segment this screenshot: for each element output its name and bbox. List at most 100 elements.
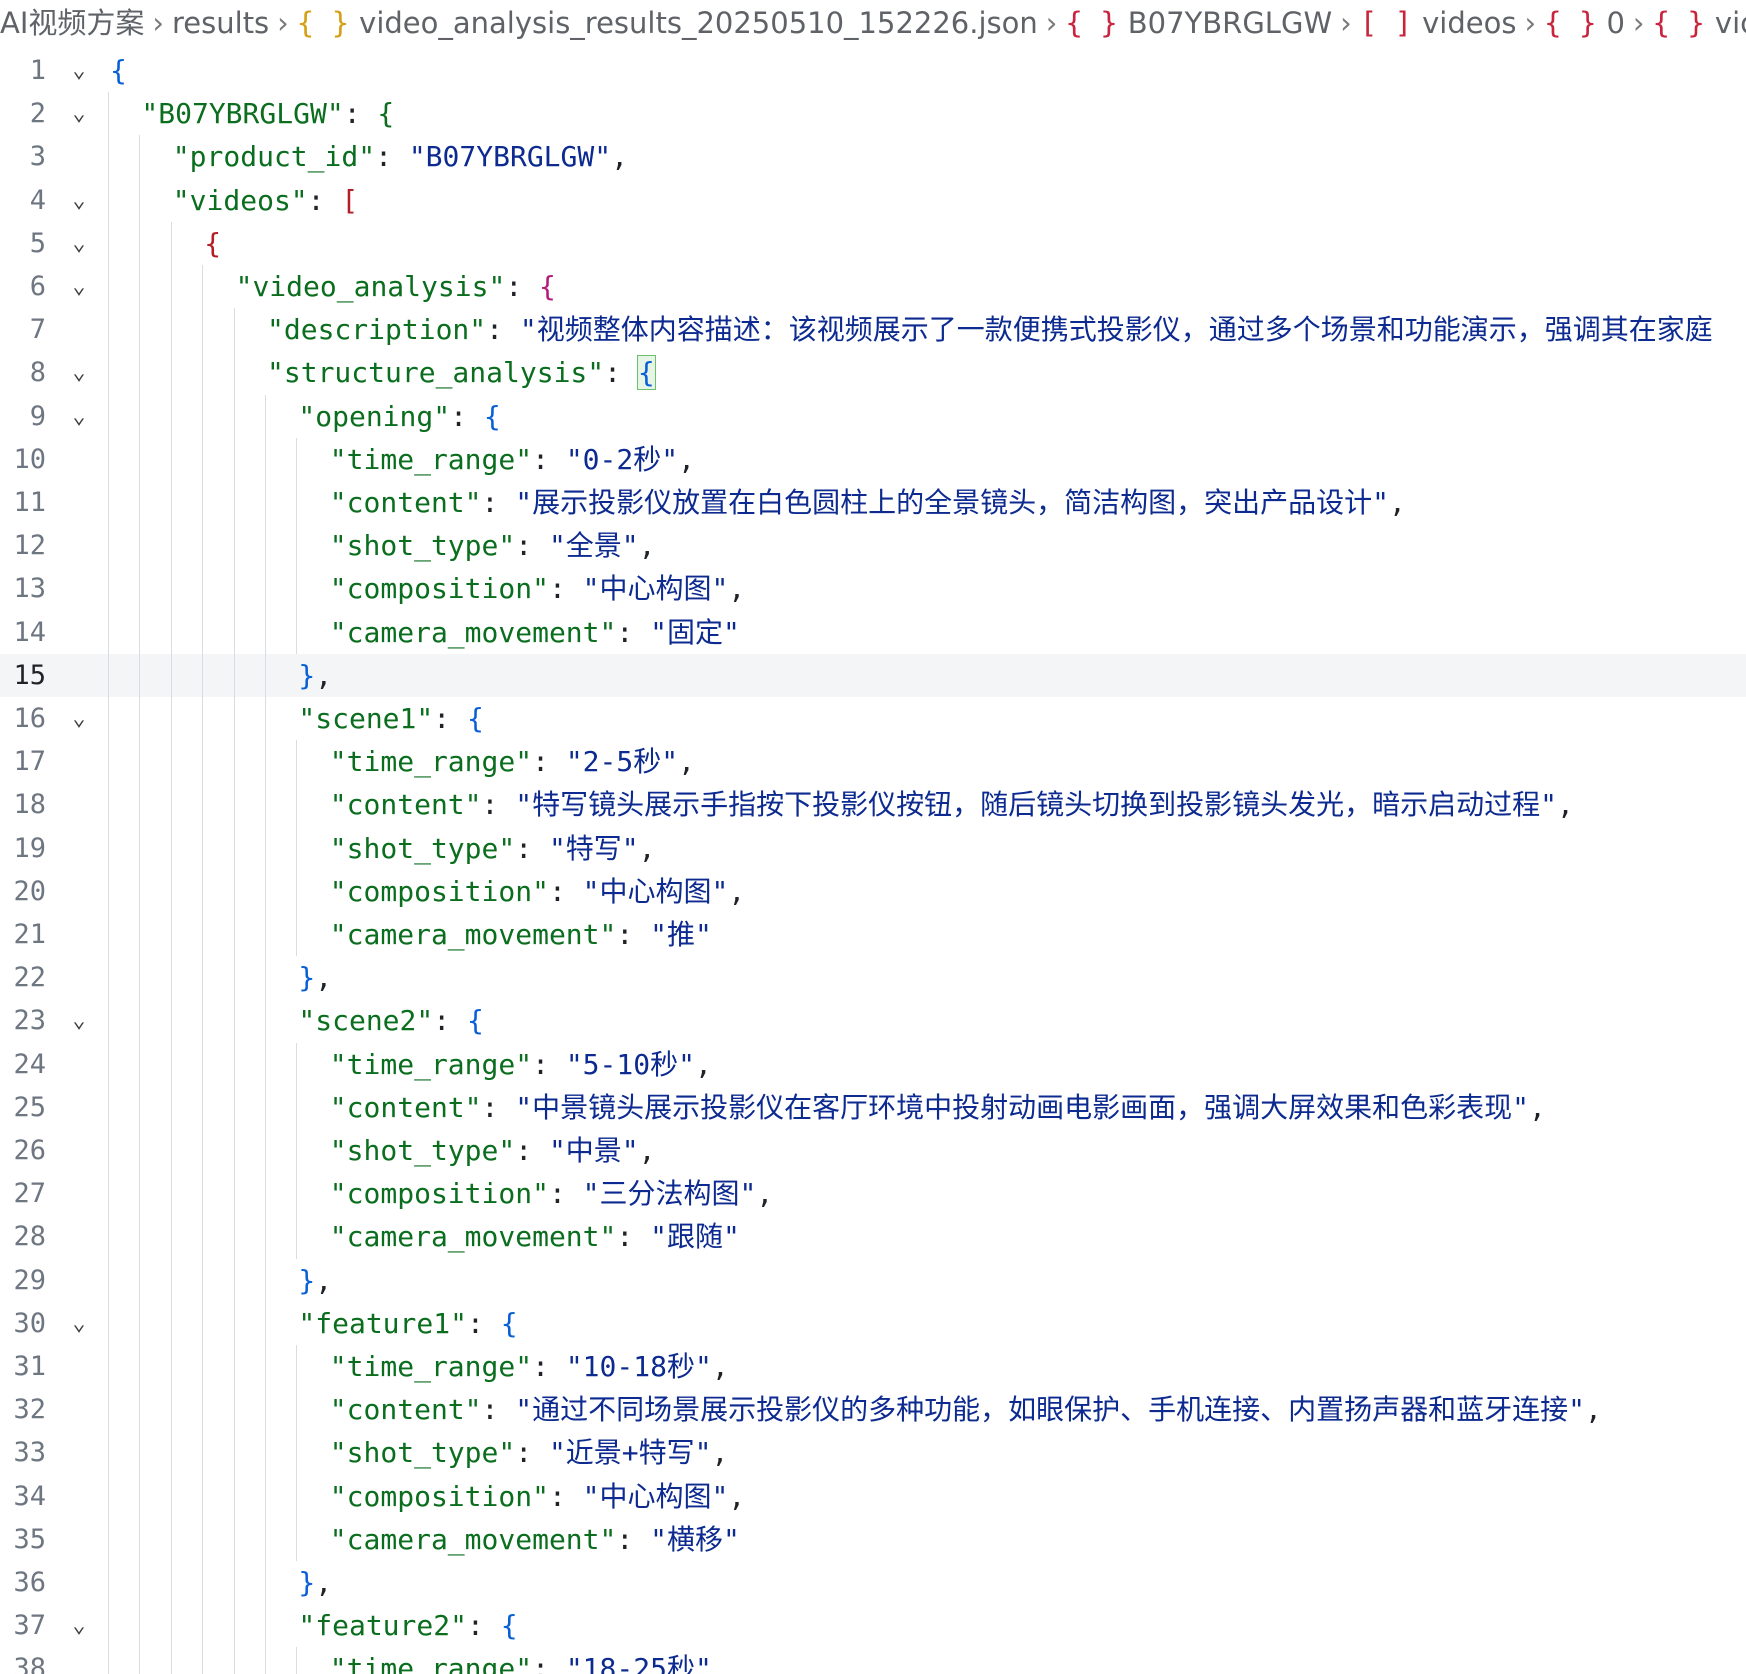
code-line[interactable]: 8 ⌄ "structure_analysis": {	[0, 351, 1746, 395]
code-line[interactable]: 25 "content": "中景镜头展示投影仪在客厅环境中投射动画电影画面，强调…	[0, 1085, 1746, 1129]
code-line[interactable]: 21 "camera_movement": "推"	[0, 913, 1746, 957]
code-line[interactable]: 14 "camera_movement": "固定"	[0, 610, 1746, 654]
fold-chevron-icon[interactable]: ⌄	[66, 265, 92, 308]
code-line[interactable]: 34 "composition": "中心构图",	[0, 1474, 1746, 1518]
code-line[interactable]: 10 "time_range": "0-2秒",	[0, 437, 1746, 481]
indent-guide	[170, 1301, 172, 1345]
code-line[interactable]: 38 "time_range": "18-25秒",	[0, 1647, 1746, 1674]
code-token: [	[341, 183, 359, 217]
indent-guide	[170, 1604, 172, 1648]
code-line[interactable]: 23 ⌄ "scene2": {	[0, 999, 1746, 1043]
code-token: "time_range"	[329, 745, 533, 779]
fold-chevron-icon[interactable]: ⌄	[66, 395, 92, 438]
code-line[interactable]: 12 "shot_type": "全景",	[0, 524, 1746, 568]
breadcrumb-item[interactable]: [ ] videos	[1360, 0, 1517, 46]
code-text: "feature2": {	[298, 1604, 517, 1647]
indent-guide	[108, 1561, 109, 1605]
indent-guide	[265, 826, 266, 870]
code-line[interactable]: 4 ⌄ "videos": [	[0, 178, 1746, 222]
code-line[interactable]: 35 "camera_movement": "横移"	[0, 1517, 1746, 1561]
indent-guide	[233, 351, 235, 395]
code-line[interactable]: 30 ⌄ "feature1": {	[0, 1301, 1746, 1345]
indent-guide	[139, 135, 141, 179]
line-number: 32	[13, 1394, 46, 1426]
code-line[interactable]: 18 "content": "特写镜头展示手指按下投影仪按钮，随后镜头切换到投影镜…	[0, 783, 1746, 827]
fold-chevron-icon[interactable]: ⌄	[66, 179, 92, 222]
code-token: "camera_movement"	[329, 1220, 617, 1254]
indent-guide	[265, 610, 266, 654]
code-line[interactable]: 9 ⌄ "opening": {	[0, 394, 1746, 438]
indent-guide	[139, 265, 141, 309]
indent-guide	[139, 1561, 141, 1605]
fold-chevron-icon[interactable]: ⌄	[66, 351, 92, 394]
fold-chevron-icon[interactable]: ⌄	[66, 49, 92, 92]
code-line[interactable]: 28 "camera_movement": "跟随"	[0, 1215, 1746, 1259]
code-token: ,	[728, 874, 746, 908]
indent-guide	[108, 783, 109, 827]
fold-chevron-icon[interactable]: ⌄	[66, 92, 92, 135]
code-line[interactable]: 1 ⌄ {	[0, 49, 1746, 92]
fold-chevron-icon[interactable]: ⌄	[66, 1604, 92, 1647]
breadcrumb-label: B07YBRGLGW	[1127, 6, 1333, 40]
indent-guide	[139, 178, 141, 222]
fold-chevron-icon[interactable]: ⌄	[66, 222, 92, 265]
code-token: :	[307, 183, 342, 217]
breadcrumb-item[interactable]: { } B07YBRGLGW	[1065, 0, 1332, 46]
code-line[interactable]: 5 ⌄ {	[0, 221, 1746, 265]
indent-guide	[233, 1345, 235, 1389]
code-text: "composition": "中心构图",	[330, 1475, 745, 1518]
code-line[interactable]: 24 "time_range": "5-10秒",	[0, 1042, 1746, 1086]
code-line[interactable]: 20 "composition": "中心构图",	[0, 869, 1746, 913]
line-number: 24	[13, 1048, 46, 1080]
breadcrumb-label: AI视频方案	[0, 6, 145, 40]
code-line[interactable]: 15},	[0, 653, 1746, 697]
indent-guide	[233, 1258, 235, 1302]
code-token: "content"	[329, 486, 482, 519]
code-line[interactable]: 6 ⌄ "video_analysis": {	[0, 265, 1746, 309]
breadcrumb-item[interactable]: { } video_analysis_results_20250510_15222…	[297, 0, 1038, 46]
breadcrumb-label: video_analysis_results_20250510_152226.j…	[359, 6, 1038, 40]
indent-guide	[170, 1345, 172, 1389]
code-text: "camera_movement": "推"	[330, 913, 712, 956]
code-line[interactable]: 16 ⌄ "scene1": {	[0, 697, 1746, 741]
code-line[interactable]: 37 ⌄ "feature2": {	[0, 1604, 1746, 1648]
code-line[interactable]: 33 "shot_type": "近景+特写",	[0, 1431, 1746, 1475]
indent-guide	[265, 1561, 266, 1605]
breadcrumb-item[interactable]: results	[172, 0, 269, 46]
code-editor[interactable]: 1 ⌄{2 ⌄ "B07YBRGLGW": {3 "product_id": "B07Y…	[0, 49, 1746, 1674]
breadcrumb-item[interactable]: { } 0	[1544, 0, 1625, 46]
code-token: "10-18秒"	[565, 1350, 712, 1383]
code-line[interactable]: 2 ⌄ "B07YBRGLGW": {	[0, 92, 1746, 136]
code-line[interactable]: 7 "description": "视频整体内容描述：该视频展示了一款便携式投影仪…	[0, 308, 1746, 352]
code-line[interactable]: 22},	[0, 956, 1746, 1000]
indent-guide	[139, 1042, 141, 1086]
code-line[interactable]: 17 "time_range": "2-5秒",	[0, 740, 1746, 784]
code-line[interactable]: 32 "content": "通过不同场景展示投影仪的多种功能，如眼保护、手机连接…	[0, 1388, 1746, 1432]
code-token: ,	[728, 1479, 746, 1513]
fold-chevron-icon[interactable]: ⌄	[66, 1302, 92, 1345]
code-line[interactable]: 36},	[0, 1561, 1746, 1605]
code-line[interactable]: 11 "content": "展示投影仪放置在白色圆柱上的全景镜头，简洁构图，突出…	[0, 481, 1746, 525]
code-line[interactable]: 3 "product_id": "B07YBRGLGW",	[0, 135, 1746, 179]
indent-guide	[296, 1431, 298, 1475]
code-line[interactable]: 13 "composition": "中心构图",	[0, 567, 1746, 611]
code-token: :	[450, 399, 484, 433]
fold-chevron-icon[interactable]: ⌄	[66, 999, 92, 1042]
code-token: ,	[711, 1652, 729, 1674]
code-text: "structure_analysis": {	[267, 351, 656, 394]
fold-chevron-icon[interactable]: ⌄	[66, 697, 92, 740]
code-line[interactable]: 31 "time_range": "10-18秒",	[0, 1345, 1746, 1389]
indent-guide	[265, 1345, 266, 1389]
indent-guide	[170, 610, 172, 654]
code-line[interactable]: 27 "composition": "三分法构图",	[0, 1172, 1746, 1216]
line-number: 38	[13, 1653, 46, 1674]
breadcrumb-item[interactable]: { } vic	[1653, 0, 1746, 46]
code-line[interactable]: 26 "shot_type": "中景",	[0, 1129, 1746, 1173]
line-number: 35	[13, 1523, 46, 1555]
code-token: "展示投影仪放置在白色圆柱上的全景镜头，简洁构图，突出产品设计"	[515, 486, 1389, 519]
breadcrumb-item[interactable]: AI视频方案	[0, 0, 144, 46]
code-line[interactable]: 19 "shot_type": "特写",	[0, 826, 1746, 870]
code-line[interactable]: 29},	[0, 1258, 1746, 1302]
line-number: 34	[13, 1480, 46, 1512]
code-text: "camera_movement": "横移"	[330, 1518, 740, 1561]
